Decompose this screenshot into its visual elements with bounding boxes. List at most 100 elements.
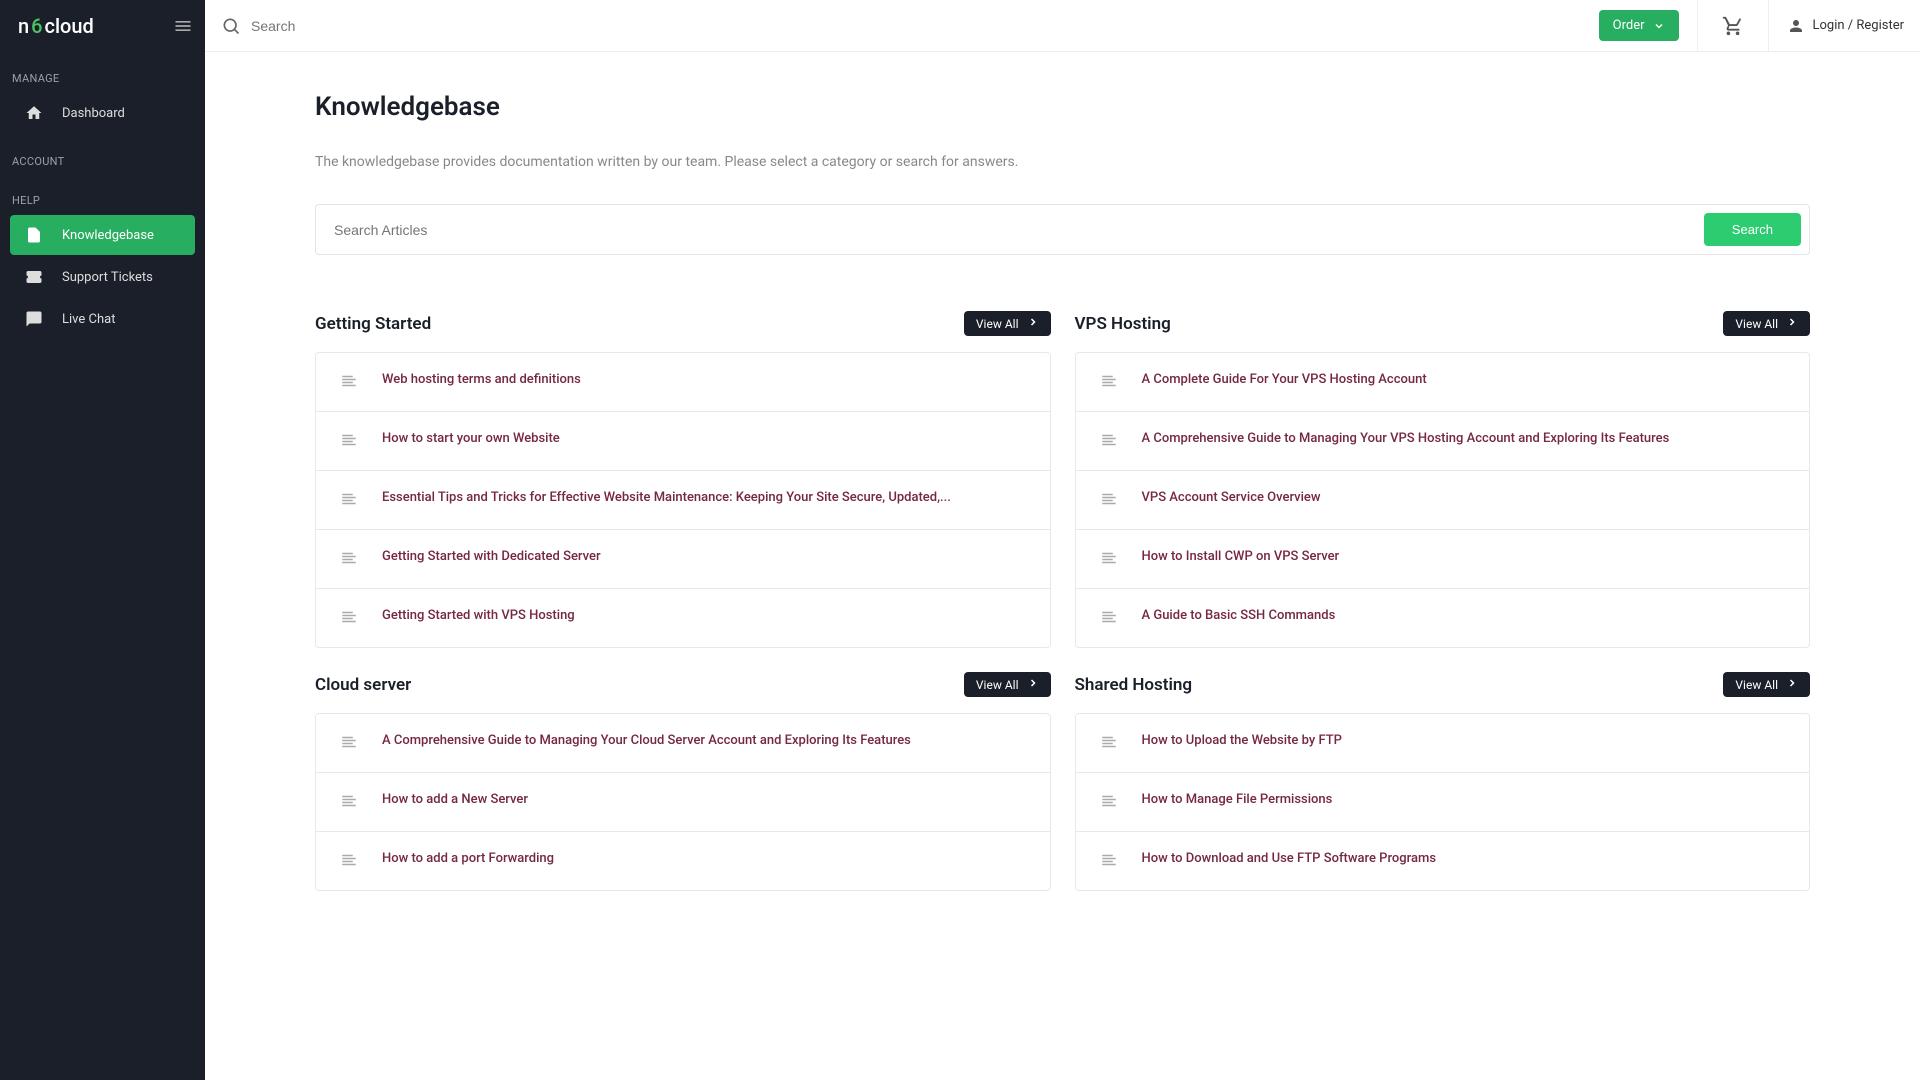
- sidebar-header: n6cloud: [0, 0, 205, 52]
- category-header: Getting StartedView All: [315, 311, 1051, 336]
- order-label: Order: [1613, 18, 1645, 33]
- sidebar-item-label: Knowledgebase: [62, 228, 154, 243]
- article-item[interactable]: How to add a New Server: [316, 773, 1050, 832]
- view-all-button[interactable]: View All: [964, 311, 1051, 336]
- cart-icon[interactable]: [1716, 15, 1750, 37]
- article-item[interactable]: A Complete Guide For Your VPS Hosting Ac…: [1076, 353, 1810, 412]
- login-button[interactable]: Login / Register: [1787, 17, 1905, 35]
- category-header: Shared Hosting View All: [1075, 672, 1811, 697]
- logo-post: cloud: [45, 14, 94, 38]
- sidebar-item-knowledgebase[interactable]: Knowledgebase: [10, 215, 195, 255]
- article-item[interactable]: How to start your own Website: [316, 412, 1050, 471]
- category: Cloud server View All A Comprehensive Guid…: [315, 672, 1051, 891]
- article-title: A Complete Guide For Your VPS Hosting Ac…: [1142, 370, 1427, 390]
- article-list: A Comprehensive Guide to Managing Your C…: [315, 713, 1051, 891]
- category: Getting StartedView All Web hosting terms…: [315, 311, 1051, 648]
- article-title: How to Install CWP on VPS Server: [1142, 547, 1340, 567]
- chevron-right-icon: [1786, 677, 1798, 692]
- article-icon: [340, 851, 358, 873]
- category-title: Cloud server: [315, 675, 411, 695]
- view-all-button[interactable]: View All: [964, 672, 1051, 697]
- article-item[interactable]: VPS Account Service Overview: [1076, 471, 1810, 530]
- article-icon: [340, 733, 358, 755]
- article-item[interactable]: A Comprehensive Guide to Managing Your V…: [1076, 412, 1810, 471]
- article-search-button[interactable]: Search: [1704, 213, 1801, 246]
- article-icon: [340, 372, 358, 394]
- article-item[interactable]: How to add a port Forwarding: [316, 832, 1050, 890]
- article-title: A Guide to Basic SSH Commands: [1142, 606, 1336, 626]
- chevron-right-icon: [1027, 316, 1039, 331]
- sidebar-item-live-chat[interactable]: Live Chat: [10, 299, 195, 339]
- article-icon: [340, 490, 358, 512]
- article-title: Essential Tips and Tricks for Effective …: [382, 488, 951, 508]
- article-title: How to Download and Use FTP Software Pro…: [1142, 849, 1437, 869]
- logo[interactable]: n6cloud: [18, 14, 94, 38]
- article-icon: [1100, 490, 1118, 512]
- article-icon: [1100, 733, 1118, 755]
- article-title: Web hosting terms and definitions: [382, 370, 581, 390]
- category: VPS HostingView All A Complete Guide For …: [1075, 311, 1811, 648]
- category-header: Cloud server View All: [315, 672, 1051, 697]
- article-title: VPS Account Service Overview: [1142, 488, 1321, 508]
- article-title: Getting Started with Dedicated Server: [382, 547, 601, 567]
- ticket-icon: [24, 267, 44, 287]
- category: Shared Hosting View All How to Upload the …: [1075, 672, 1811, 891]
- article-icon: [340, 792, 358, 814]
- menu-toggle-icon[interactable]: [173, 16, 193, 36]
- user-icon: [1787, 17, 1805, 35]
- article-item[interactable]: How to Install CWP on VPS Server: [1076, 530, 1810, 589]
- sidebar-item-label: Dashboard: [62, 106, 125, 121]
- chevron-down-icon: [1653, 20, 1665, 32]
- view-all-button[interactable]: View All: [1723, 672, 1810, 697]
- login-label: Login / Register: [1813, 18, 1905, 33]
- article-icon: [340, 549, 358, 571]
- divider: [1768, 0, 1769, 52]
- article-item[interactable]: How to Upload the Website by FTP: [1076, 714, 1810, 773]
- view-all-label: View All: [1735, 317, 1778, 331]
- article-list: A Complete Guide For Your VPS Hosting Ac…: [1075, 352, 1811, 648]
- sidebar-nav: MANAGEDashboardACCOUNTHELPKnowledgebaseS…: [0, 52, 205, 341]
- article-title: Getting Started with VPS Hosting: [382, 606, 575, 626]
- content: Knowledgebase The knowledgebase provides…: [205, 52, 1920, 921]
- sidebar: n6cloud MANAGEDashboardACCOUNTHELPKnowle…: [0, 0, 205, 1080]
- view-all-button[interactable]: View All: [1723, 311, 1810, 336]
- sidebar-section-label: ACCOUNT: [0, 135, 205, 174]
- article-icon: [1100, 608, 1118, 630]
- doc-icon: [24, 225, 44, 245]
- category-header: VPS HostingView All: [1075, 311, 1811, 336]
- view-all-label: View All: [976, 678, 1019, 692]
- article-item[interactable]: How to Download and Use FTP Software Pro…: [1076, 832, 1810, 890]
- order-button[interactable]: Order: [1599, 10, 1679, 41]
- article-search-input[interactable]: [334, 213, 1704, 246]
- article-item[interactable]: Getting Started with Dedicated Server: [316, 530, 1050, 589]
- divider: [1697, 0, 1698, 52]
- sidebar-item-label: Support Tickets: [62, 270, 153, 285]
- topbar-search: [221, 16, 1599, 36]
- sidebar-item-dashboard[interactable]: Dashboard: [10, 93, 195, 133]
- article-item[interactable]: A Comprehensive Guide to Managing Your C…: [316, 714, 1050, 773]
- sidebar-item-support-tickets[interactable]: Support Tickets: [10, 257, 195, 297]
- search-icon[interactable]: [221, 16, 241, 36]
- category-title: Shared Hosting: [1075, 675, 1193, 695]
- article-title: How to start your own Website: [382, 429, 560, 449]
- article-list: Web hosting terms and definitions How to …: [315, 352, 1051, 648]
- article-item[interactable]: Web hosting terms and definitions: [316, 353, 1050, 412]
- article-item[interactable]: Getting Started with VPS Hosting: [316, 589, 1050, 647]
- home-icon: [24, 103, 44, 123]
- article-icon: [1100, 372, 1118, 394]
- article-title: How to add a New Server: [382, 790, 528, 810]
- sidebar-item-label: Live Chat: [62, 312, 115, 327]
- page-description: The knowledgebase provides documentation…: [315, 154, 1810, 170]
- article-icon: [340, 608, 358, 630]
- view-all-label: View All: [1735, 678, 1778, 692]
- article-title: A Comprehensive Guide to Managing Your V…: [1142, 429, 1670, 449]
- article-title: How to Upload the Website by FTP: [1142, 731, 1342, 751]
- article-item[interactable]: Essential Tips and Tricks for Effective …: [316, 471, 1050, 530]
- article-item[interactable]: A Guide to Basic SSH Commands: [1076, 589, 1810, 647]
- topbar-search-input[interactable]: [251, 18, 551, 34]
- chevron-right-icon: [1027, 677, 1039, 692]
- article-item[interactable]: How to Manage File Permissions: [1076, 773, 1810, 832]
- article-title: A Comprehensive Guide to Managing Your C…: [382, 731, 911, 751]
- view-all-label: View All: [976, 317, 1019, 331]
- article-icon: [1100, 851, 1118, 873]
